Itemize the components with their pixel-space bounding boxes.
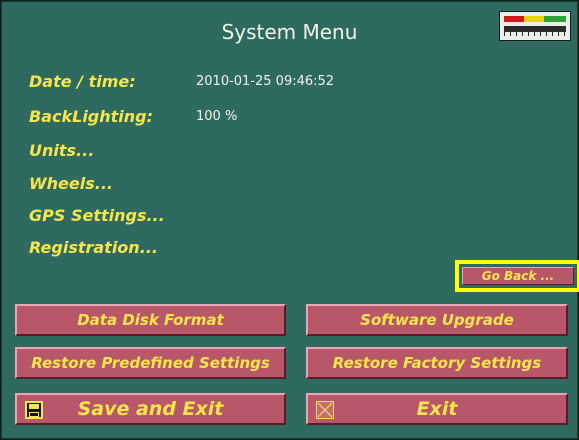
restore-factory-settings-label: Restore Factory Settings [332,354,542,372]
save-and-exit-button[interactable]: Save and Exit [15,393,286,425]
units-menu-item[interactable]: Units... [29,141,94,160]
data-disk-format-button[interactable]: Data Disk Format [15,304,286,336]
registration-menu-item[interactable]: Registration... [29,238,158,257]
backlighting-label[interactable]: BackLighting: [29,107,153,126]
software-upgrade-label: Software Upgrade [360,311,514,329]
exit-button[interactable]: Exit [306,393,568,425]
wheels-menu-item[interactable]: Wheels... [29,174,113,193]
date-time-value: 2010-01-25 09:46:52 [196,74,335,89]
cross-box-icon [316,401,334,419]
system-menu-screen: System Menu Date / time: 2010-01-25 09:4… [1,1,579,439]
level-meter-icon [499,11,571,41]
data-disk-format-label: Data Disk Format [77,311,224,329]
go-back-focus-frame: Go Back ... [455,260,579,292]
date-time-label[interactable]: Date / time: [29,72,136,91]
restore-factory-settings-button[interactable]: Restore Factory Settings [306,347,568,379]
meter-ticks [504,32,566,36]
meter-yellow-segment [524,16,544,22]
floppy-disk-icon [25,401,43,419]
backlighting-value: 100 % [196,109,238,124]
page-title: System Menu [221,20,358,44]
meter-red-segment [504,16,524,22]
go-back-button[interactable]: Go Back ... [462,267,574,285]
meter-green-segment [544,16,566,22]
exit-label: Exit [416,398,458,420]
gps-settings-menu-item[interactable]: GPS Settings... [29,206,165,225]
software-upgrade-button[interactable]: Software Upgrade [306,304,568,336]
restore-predefined-settings-label: Restore Predefined Settings [31,354,270,372]
restore-predefined-settings-button[interactable]: Restore Predefined Settings [15,347,286,379]
save-and-exit-label: Save and Exit [77,398,224,420]
